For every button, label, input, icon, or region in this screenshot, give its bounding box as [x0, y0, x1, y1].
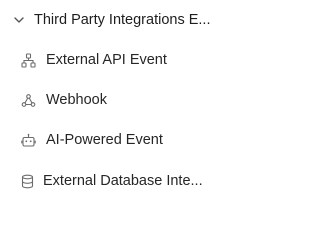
network-nodes-icon	[21, 53, 36, 68]
sidebar-item-label: External Database Inte...	[43, 173, 203, 189]
robot-icon	[21, 133, 36, 148]
sidebar-item-label: External API Event	[46, 52, 167, 68]
group-label: Third Party Integrations E...	[34, 12, 211, 28]
sidebar-item-ai-powered-event[interactable]: AI-Powered Event	[0, 126, 241, 154]
sidebar-item-label: AI-Powered Event	[46, 132, 163, 148]
sidebar-item-external-database-integration[interactable]: External Database Inte...	[0, 167, 241, 195]
sidebar-item-external-api-event[interactable]: External API Event	[0, 46, 241, 74]
sidebar-item-webhook[interactable]: Webhook	[0, 86, 241, 114]
sidebar-item-label: Webhook	[46, 92, 107, 108]
chevron-down-icon[interactable]	[13, 14, 25, 26]
database-icon	[20, 174, 35, 189]
integrations-group-header[interactable]: Third Party Integrations E...	[0, 8, 241, 32]
webhook-icon	[21, 93, 36, 108]
